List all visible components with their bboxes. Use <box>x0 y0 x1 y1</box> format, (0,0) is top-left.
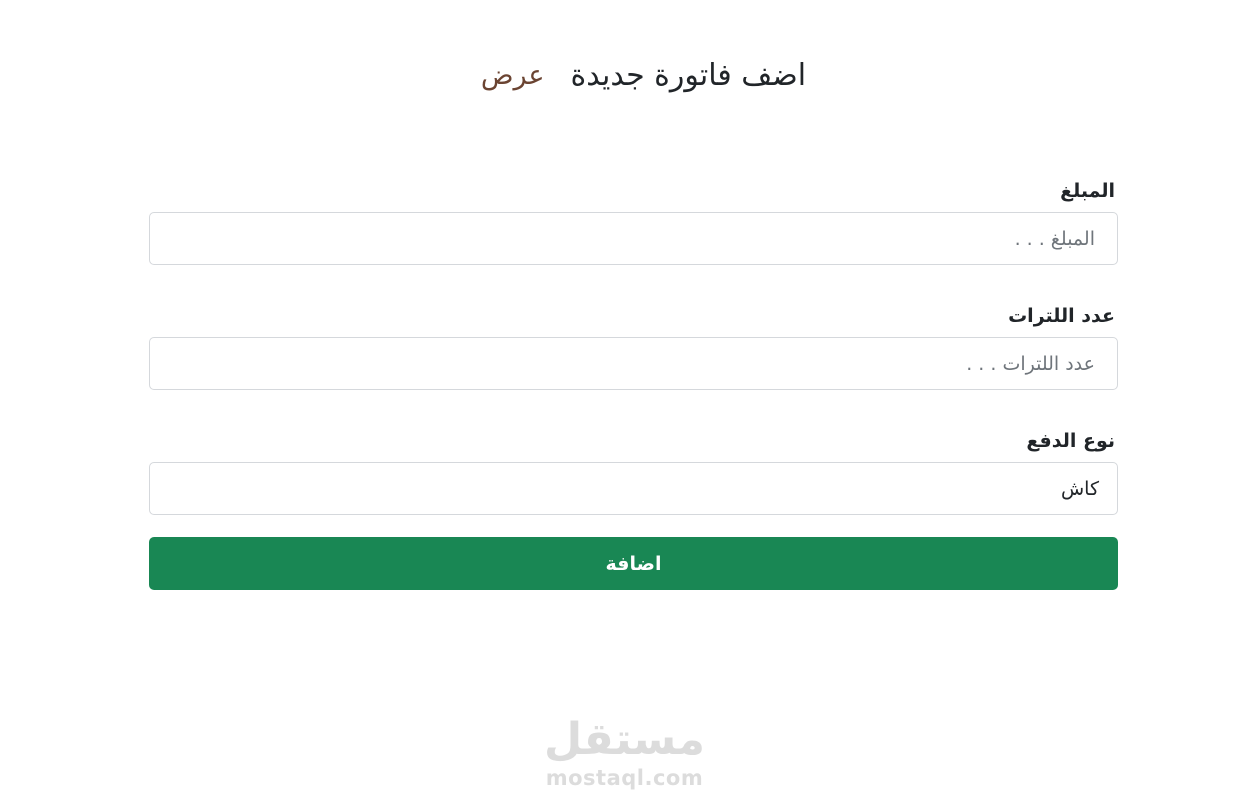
liters-field-group: عدد اللترات <box>149 295 1118 390</box>
amount-field-group: المبلغ <box>149 170 1118 265</box>
add-button[interactable]: اضافة <box>149 537 1118 590</box>
page-title: اضف فاتورة جديدة <box>570 57 807 93</box>
amount-label: المبلغ <box>1060 180 1115 202</box>
payment-type-select[interactable]: كاش <box>149 462 1118 515</box>
liters-input[interactable] <box>149 337 1118 390</box>
payment-type-label: نوع الدفع <box>1026 430 1115 452</box>
page: اضف فاتورة جديدة عرض المبلغ عدد اللترات … <box>0 0 1249 804</box>
header: اضف فاتورة جديدة عرض <box>0 52 1249 98</box>
invoice-form: المبلغ عدد اللترات نوع الدفع كاش اضافة <box>149 170 1118 590</box>
watermark-url: mostaql.com <box>545 766 704 790</box>
watermark-logo: مستقل <box>544 714 705 765</box>
amount-input[interactable] <box>149 212 1118 265</box>
payment-type-selected-value: كاش <box>1060 477 1099 500</box>
view-link[interactable]: عرض <box>481 60 545 91</box>
payment-type-field-group: نوع الدفع كاش <box>149 420 1118 515</box>
liters-label: عدد اللترات <box>1008 305 1115 327</box>
watermark: مستقل mostaql.com <box>0 714 1249 790</box>
